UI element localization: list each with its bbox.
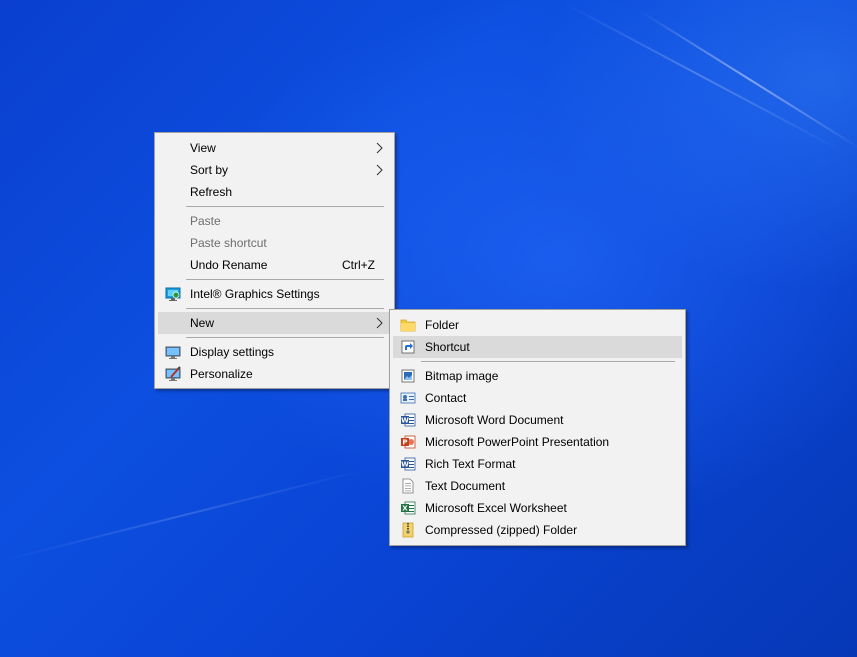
menu-item-label: Paste shortcut	[190, 236, 267, 250]
menu-item-label: Display settings	[190, 345, 275, 359]
desktop-context-menu: View Sort by Refresh Paste Paste shortcu…	[154, 132, 395, 389]
menu-item-new[interactable]: New	[158, 312, 391, 334]
menu-item-refresh[interactable]: Refresh	[158, 181, 391, 203]
keyboard-shortcut: Ctrl+Z	[342, 258, 375, 272]
menu-item-label: Refresh	[190, 185, 233, 199]
folder-icon	[400, 319, 416, 332]
menu-item-view[interactable]: View	[158, 137, 391, 159]
menu-item-label: Personalize	[190, 367, 253, 381]
menu-separator	[421, 361, 675, 362]
menu-item-label: Paste	[190, 214, 221, 228]
chevron-right-icon	[376, 142, 383, 154]
submenu-item-word-document[interactable]: W Microsoft Word Document	[393, 409, 682, 431]
wallpaper-light-streak	[559, 0, 844, 153]
zip-folder-icon	[402, 522, 414, 538]
svg-text:W: W	[401, 417, 409, 425]
svg-text:W: W	[401, 461, 409, 469]
intel-graphics-icon	[165, 287, 181, 301]
submenu-item-label: Bitmap image	[425, 369, 499, 383]
menu-item-label: Sort by	[190, 163, 229, 177]
wallpaper-light-streak	[0, 468, 369, 562]
menu-item-label: View	[190, 141, 216, 155]
menu-item-display-settings[interactable]: Display settings	[158, 341, 391, 363]
submenu-item-excel-worksheet[interactable]: X Microsoft Excel Worksheet	[393, 497, 682, 519]
submenu-item-label: Shortcut	[425, 340, 470, 354]
submenu-item-label: Microsoft PowerPoint Presentation	[425, 435, 610, 449]
submenu-item-label: Text Document	[425, 479, 506, 493]
word-icon: W	[401, 413, 416, 427]
submenu-item-label: Microsoft Excel Worksheet	[425, 501, 567, 515]
submenu-item-label: Contact	[425, 391, 467, 405]
bitmap-icon	[401, 369, 415, 383]
rtf-icon: W	[401, 457, 416, 471]
submenu-item-compressed-folder[interactable]: Compressed (zipped) Folder	[393, 519, 682, 541]
submenu-item-label: Rich Text Format	[425, 457, 516, 471]
svg-text:P: P	[402, 439, 407, 447]
excel-icon: X	[401, 501, 416, 515]
submenu-item-rich-text-format[interactable]: W Rich Text Format	[393, 453, 682, 475]
submenu-item-shortcut[interactable]: Shortcut	[393, 336, 682, 358]
submenu-item-folder[interactable]: Folder	[393, 314, 682, 336]
menu-item-label: Undo Rename	[190, 258, 268, 272]
display-icon	[165, 346, 181, 359]
menu-separator	[186, 337, 384, 338]
menu-separator	[186, 206, 384, 207]
submenu-item-label: Folder	[425, 318, 460, 332]
submenu-item-contact[interactable]: Contact	[393, 387, 682, 409]
submenu-item-text-document[interactable]: Text Document	[393, 475, 682, 497]
chevron-right-icon	[376, 317, 383, 329]
new-submenu: Folder Shortcut Bitmap image Contact W M…	[389, 309, 686, 546]
menu-item-paste: Paste	[158, 210, 391, 232]
contact-icon	[400, 392, 416, 404]
wallpaper-light-streak	[639, 10, 857, 150]
menu-item-intel-graphics-settings[interactable]: Intel® Graphics Settings	[158, 283, 391, 305]
submenu-item-powerpoint-presentation[interactable]: P Microsoft PowerPoint Presentation	[393, 431, 682, 453]
menu-item-sort-by[interactable]: Sort by	[158, 159, 391, 181]
shortcut-icon	[401, 340, 415, 354]
svg-text:X: X	[402, 505, 408, 513]
submenu-item-bitmap-image[interactable]: Bitmap image	[393, 365, 682, 387]
menu-item-undo-rename[interactable]: Undo Rename Ctrl+Z	[158, 254, 391, 276]
submenu-item-label: Compressed (zipped) Folder	[425, 523, 578, 537]
menu-separator	[186, 279, 384, 280]
submenu-item-label: Microsoft Word Document	[425, 413, 564, 427]
powerpoint-icon: P	[401, 435, 416, 449]
chevron-right-icon	[376, 164, 383, 176]
menu-item-label: Intel® Graphics Settings	[190, 287, 320, 301]
menu-item-personalize[interactable]: Personalize	[158, 363, 391, 385]
text-document-icon	[402, 478, 414, 494]
personalize-icon	[165, 366, 181, 381]
menu-item-label: New	[190, 316, 215, 330]
menu-separator	[186, 308, 384, 309]
menu-item-paste-shortcut: Paste shortcut	[158, 232, 391, 254]
